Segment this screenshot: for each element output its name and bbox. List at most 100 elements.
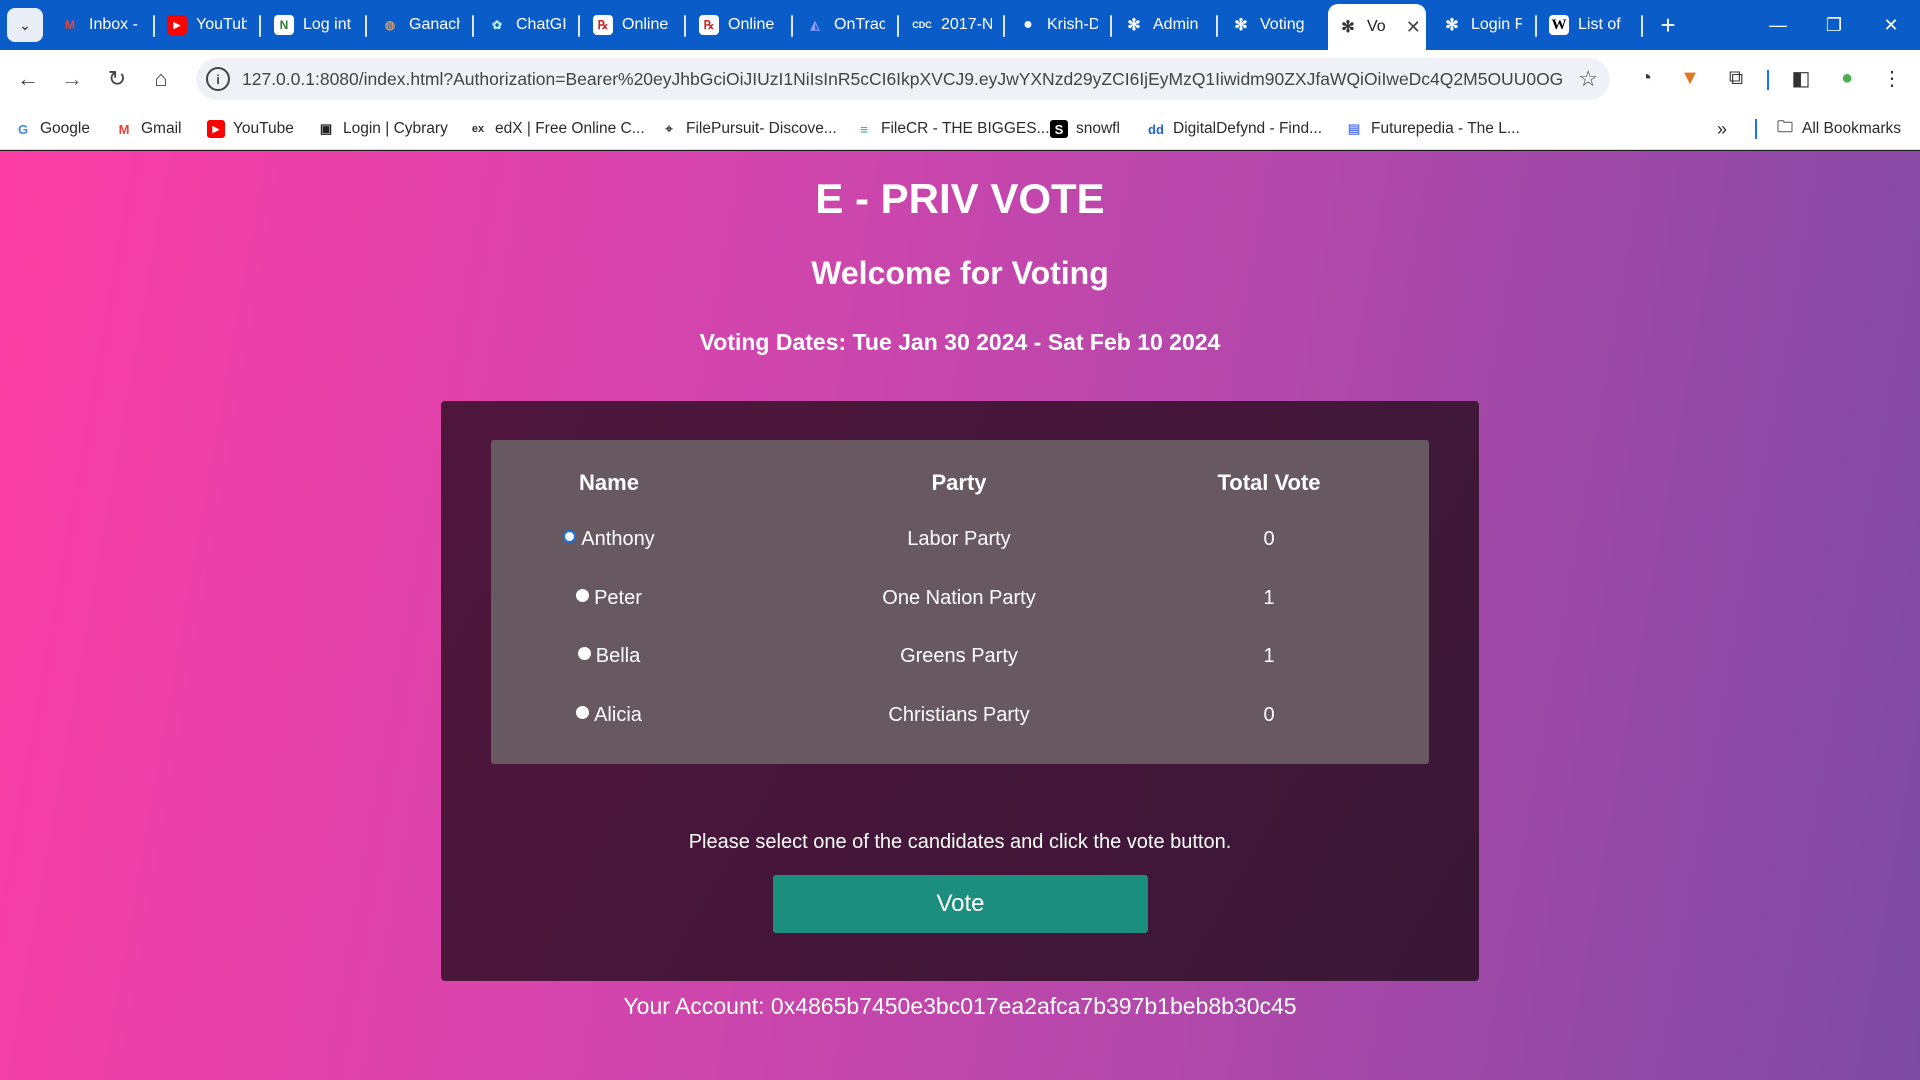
- close-window-button[interactable]: ✕: [1868, 5, 1914, 45]
- tab-divider: [684, 15, 686, 37]
- tab-divider: [1110, 15, 1112, 37]
- edx-icon: ex: [471, 123, 485, 135]
- more-bookmarks-button[interactable]: »: [1717, 116, 1727, 142]
- bookmark-edx[interactable]: ex edX | Free Online C...: [469, 116, 645, 142]
- candidates-table: Name Party Total Vote Anthony Labor Part…: [491, 440, 1429, 764]
- tab-12[interactable]: ✻ Login F: [1442, 10, 1522, 40]
- menu-icon[interactable]: ⋮: [1876, 62, 1908, 94]
- tab-1[interactable]: ▶ YouTub: [167, 10, 247, 40]
- radio-button[interactable]: [577, 646, 591, 660]
- metamask-icon[interactable]: ▼: [1674, 62, 1706, 94]
- tab-divider: [153, 15, 155, 37]
- bookmark-youtube[interactable]: ▶ YouTube: [207, 116, 294, 142]
- minimize-button[interactable]: —: [1755, 5, 1801, 45]
- new-tab-button[interactable]: +: [1653, 8, 1683, 42]
- header-name: Name: [579, 470, 639, 495]
- tab-0[interactable]: M Inbox -: [60, 10, 140, 40]
- bookmark-label: Gmail: [141, 120, 182, 137]
- performance-icon[interactable]: ◔: [1630, 62, 1662, 94]
- radio-button-selected[interactable]: [563, 529, 577, 543]
- site-info-icon[interactable]: i: [206, 67, 230, 91]
- gear-icon: ✻: [1234, 17, 1248, 34]
- vote-button[interactable]: Vote: [773, 875, 1148, 933]
- cybrary-icon: ▣: [319, 121, 333, 136]
- tab-label: Admin: [1153, 16, 1199, 33]
- tab-10[interactable]: ✻ Admin: [1124, 10, 1204, 40]
- tab-6[interactable]: ℞ Online: [699, 10, 779, 40]
- tab-4[interactable]: ✿ ChatGI: [487, 10, 567, 40]
- snowfl-icon: S: [1050, 120, 1068, 138]
- bookmark-filepursuit[interactable]: ⌖ FilePursuit- Discove...: [660, 116, 836, 142]
- gmail-icon: M: [118, 121, 130, 137]
- candidate-name: Alicia: [594, 703, 642, 726]
- filecr-icon: ≡: [860, 121, 868, 137]
- header-party: Party: [931, 470, 987, 495]
- bookmark-google[interactable]: G Google: [14, 116, 90, 142]
- candidate-party: Labor Party: [907, 527, 1011, 550]
- bookmark-futurepedia[interactable]: ▤ Futurepedia - The L...: [1345, 116, 1520, 142]
- tab-9[interactable]: ● Krish-D: [1018, 10, 1098, 40]
- gear-icon: ✻: [1445, 17, 1459, 34]
- gear-icon: ✻: [1341, 19, 1355, 36]
- radio-button[interactable]: [576, 588, 590, 602]
- tab-divider: [1216, 15, 1218, 37]
- bookmark-label: Futurepedia - The L...: [1371, 120, 1520, 137]
- rx-icon: ℞: [699, 15, 719, 35]
- close-icon: ✕: [1883, 14, 1899, 35]
- tab-divider: [897, 15, 899, 37]
- bookmark-cybrary[interactable]: ▣ Login | Cybrary: [317, 116, 448, 142]
- bookmarks-bar: G Google M Gmail ▶ YouTube ▣ Login | Cyb…: [0, 108, 1920, 150]
- tab-7[interactable]: ◭ OnTrac: [805, 10, 885, 40]
- avatar[interactable]: ●: [1831, 62, 1863, 94]
- plus-icon: +: [1660, 9, 1676, 40]
- arrow-left-icon: ←: [17, 66, 39, 91]
- bookmark-snowfl[interactable]: S snowfl: [1050, 116, 1120, 142]
- extensions-icon[interactable]: ⧉: [1720, 62, 1752, 94]
- bookmark-star-icon[interactable]: ☆: [1578, 66, 1598, 92]
- close-tab-icon[interactable]: ✕: [1406, 17, 1421, 38]
- tab-divider: [791, 15, 793, 37]
- candidate-row-bella[interactable]: Bella: [491, 641, 727, 671]
- voting-dates: Voting Dates: Tue Jan 30 2024 - Sat Feb …: [699, 329, 1221, 355]
- tab-search-button[interactable]: ⌄: [7, 8, 43, 42]
- back-button[interactable]: ←: [11, 62, 45, 96]
- tab-active-voting[interactable]: ✻ Vo ✕: [1328, 4, 1426, 50]
- side-panel-icon[interactable]: ◧: [1785, 62, 1817, 94]
- reload-button[interactable]: ↻: [100, 62, 134, 96]
- gear-icon: ✻: [1127, 17, 1141, 34]
- candidate-votes: 1: [1263, 644, 1275, 667]
- candidate-name: Peter: [594, 586, 642, 609]
- restore-button[interactable]: ❐: [1811, 5, 1857, 45]
- candidate-votes: 1: [1263, 586, 1275, 609]
- bookmark-filecr[interactable]: ≡ FileCR - THE BIGGES...: [855, 116, 1049, 142]
- youtube-icon: ▶: [207, 120, 225, 138]
- all-bookmarks-button[interactable]: 🗀 All Bookmarks: [1776, 116, 1901, 142]
- tab-label: Vo: [1367, 18, 1386, 35]
- home-button[interactable]: ⌂: [144, 62, 178, 96]
- bookmark-label: Google: [40, 120, 90, 137]
- bookmark-label: DigitalDefynd - Find...: [1173, 120, 1323, 137]
- candidate-row-alicia[interactable]: Alicia: [491, 700, 727, 730]
- radio-button[interactable]: [576, 705, 590, 719]
- tab-5[interactable]: ℞ Online: [593, 10, 673, 40]
- tab-label: Online: [622, 16, 669, 33]
- voting-page: E - PRIV VOTE Welcome for Voting Voting …: [0, 151, 1920, 1080]
- tab-11[interactable]: ✻ Voting: [1231, 10, 1321, 40]
- gmail-icon: M: [65, 18, 75, 32]
- tab-2[interactable]: N Log int: [274, 10, 354, 40]
- candidate-row-anthony[interactable]: Anthony: [491, 524, 727, 554]
- tab-8[interactable]: CDC 2017-N: [912, 10, 992, 40]
- candidate-row-peter[interactable]: Peter: [491, 583, 727, 613]
- address-bar[interactable]: i 127.0.0.1:8080/index.html?Authorizatio…: [196, 58, 1610, 100]
- tab-3[interactable]: ◍ Ganach: [380, 10, 460, 40]
- bookmark-digitaldefynd[interactable]: dd DigitalDefynd - Find...: [1147, 116, 1322, 142]
- tab-divider: [1641, 15, 1643, 37]
- forward-button[interactable]: →: [55, 62, 89, 96]
- rx-icon: ℞: [593, 15, 613, 35]
- bookmark-gmail[interactable]: M Gmail: [115, 116, 182, 142]
- youtube-icon: ▶: [167, 15, 187, 35]
- google-icon: G: [17, 121, 29, 137]
- tab-13[interactable]: W List of: [1549, 10, 1629, 40]
- home-icon: ⌂: [154, 66, 168, 91]
- url-text[interactable]: 127.0.0.1:8080/index.html?Authorization=…: [242, 69, 1562, 90]
